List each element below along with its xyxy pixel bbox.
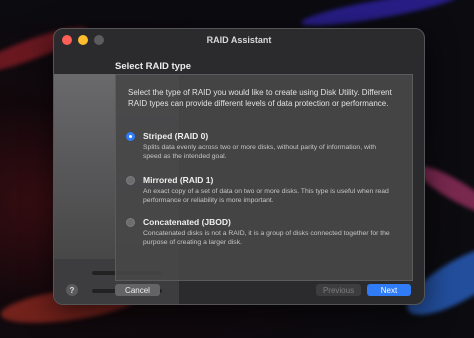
window-title: RAID Assistant	[206, 35, 272, 45]
button-bar: ? Cancel Previous Next	[54, 279, 424, 304]
intro-text: Select the type of RAID you would like t…	[128, 88, 392, 108]
radio-mirrored[interactable]	[126, 176, 135, 185]
raid-assistant-window: RAID Assistant Select RAID type Select t…	[53, 28, 425, 305]
cancel-button[interactable]: Cancel	[115, 284, 160, 296]
zoom-button[interactable]	[94, 35, 104, 45]
radio-concatenated[interactable]	[126, 218, 135, 227]
window-controls	[62, 35, 104, 45]
option-description: Splits data evenly across two or more di…	[143, 144, 377, 160]
option-title: Concatenated (JBOD)	[143, 217, 231, 227]
option-description: An exact copy of a set of data on two or…	[143, 188, 389, 204]
next-button[interactable]: Next	[367, 284, 411, 296]
help-button[interactable]: ?	[66, 284, 78, 296]
previous-button[interactable]: Previous	[316, 284, 361, 296]
minimize-button[interactable]	[78, 35, 88, 45]
option-description: Concatenated disks is not a RAID, it is …	[143, 230, 390, 246]
page-title: Select RAID type	[115, 61, 192, 72]
title-bar[interactable]: RAID Assistant	[54, 29, 424, 51]
radio-striped[interactable]	[126, 132, 135, 141]
raid-type-panel: Select the type of RAID you would like t…	[115, 74, 413, 281]
option-title: Mirrored (RAID 1)	[143, 175, 214, 185]
option-title: Striped (RAID 0)	[143, 131, 209, 141]
close-button[interactable]	[62, 35, 72, 45]
wallpaper-streak	[299, 0, 461, 32]
